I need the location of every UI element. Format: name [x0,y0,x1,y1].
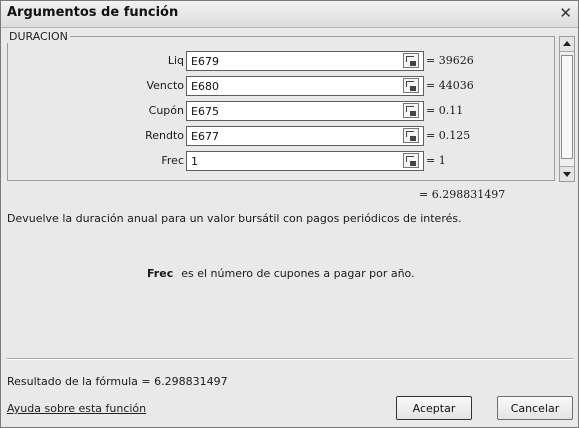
argument-row-liq: Liq = 39626 [8,51,556,73]
function-name: DURACION [7,30,70,43]
argument-row-frec: Frec = 1 [8,151,556,173]
formula-result: Resultado de la fórmula = 6.298831497 [7,375,228,388]
title-bar[interactable]: Argumentos de función ✕ [1,1,578,28]
argument-input-rendto[interactable] [186,126,424,146]
argument-value: = 44036 [426,79,474,92]
collapse-dialog-icon[interactable] [403,78,419,93]
function-arguments-dialog: Argumentos de función ✕ Liq = 39626 Venc… [0,0,579,428]
function-description: Devuelve la duración anual para un valor… [7,212,462,225]
collapse-dialog-icon[interactable] [403,103,419,118]
argument-row-cupon: Cupón = 0.11 [8,101,556,123]
argument-help-name: Frec [147,267,174,280]
collapse-dialog-icon[interactable] [403,53,419,68]
collapse-dialog-icon[interactable] [403,153,419,168]
argument-label: Rendto [145,129,184,142]
argument-row-vencto: Vencto = 44036 [8,76,556,98]
close-icon[interactable]: ✕ [559,4,572,22]
cancel-button[interactable]: Cancelar [497,396,573,420]
arguments-group: Liq = 39626 Vencto = 44036 Cupón = 0.11 … [7,36,555,181]
argument-help: Frec es el número de cupones a pagar por … [147,267,415,280]
argument-value: = 0.11 [426,104,464,117]
argument-value: = 0.125 [426,129,471,142]
ok-button[interactable]: Aceptar [396,396,472,420]
argument-input-liq[interactable] [186,51,424,71]
scroll-up-icon[interactable] [560,37,574,52]
arguments-scrollbar[interactable] [559,36,575,182]
dialog-title: Argumentos de función [7,5,179,20]
argument-label: Vencto [146,79,184,92]
argument-value: = 39626 [426,54,474,67]
function-result: = 6.298831497 [419,188,506,201]
argument-input-cupon[interactable] [186,101,424,121]
argument-value: = 1 [426,154,446,167]
argument-label: Cupón [148,104,184,117]
argument-label: Frec [161,154,184,167]
argument-help-text: es el número de cupones a pagar por año. [181,267,415,280]
divider [7,358,573,360]
scroll-thumb[interactable] [561,55,573,159]
collapse-dialog-icon[interactable] [403,128,419,143]
argument-label: Liq [167,54,184,67]
argument-input-vencto[interactable] [186,76,424,96]
scroll-down-icon[interactable] [560,166,574,181]
argument-row-rendto: Rendto = 0.125 [8,126,556,148]
help-link[interactable]: Ayuda sobre esta función [7,402,146,415]
argument-input-frec[interactable] [186,151,424,171]
